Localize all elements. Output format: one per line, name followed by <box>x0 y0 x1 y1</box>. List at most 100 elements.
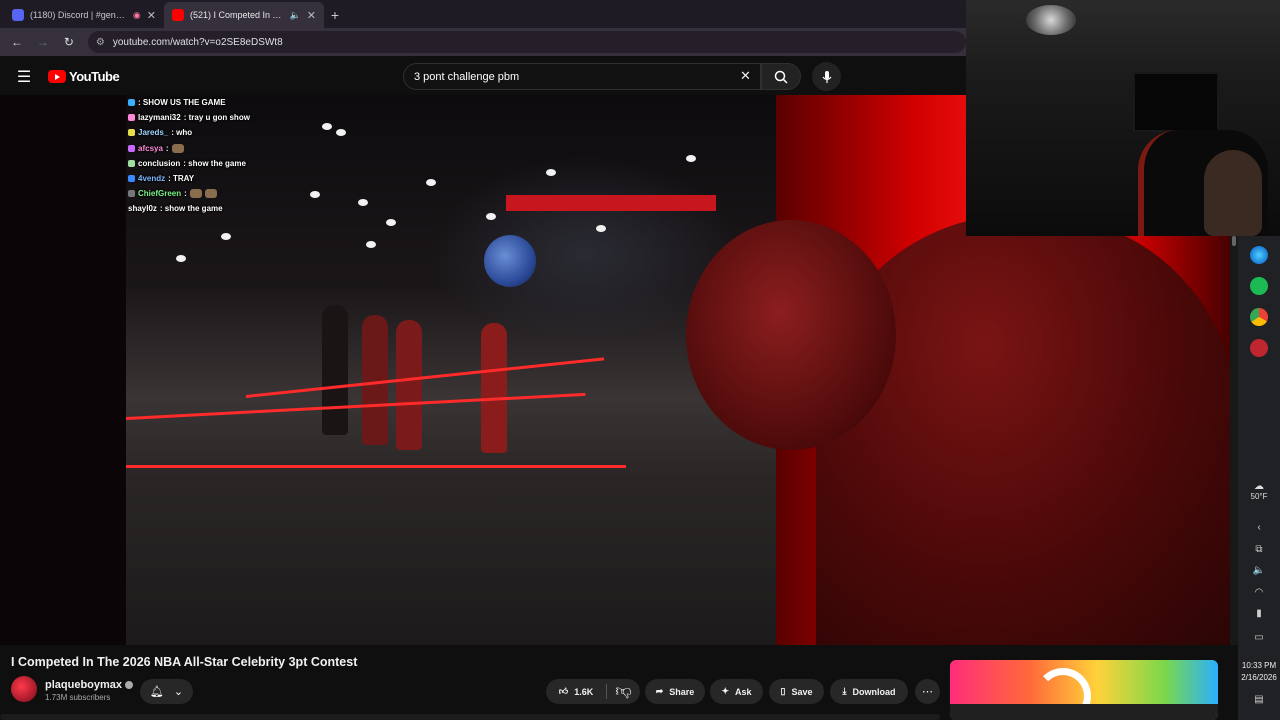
volume-icon[interactable]: 🔈 <box>1238 565 1280 576</box>
network-icon[interactable]: ⧉ <box>1238 544 1280 555</box>
recommended-video-thumbnail[interactable] <box>950 660 1218 720</box>
chat-message: : SHOW US THE GAME <box>128 95 348 110</box>
download-label: Download <box>852 686 896 697</box>
foreground-person-head <box>686 220 896 450</box>
app-icon[interactable] <box>1250 339 1268 357</box>
screen: (1180) Discord | #general | ◉ ✕ (521) I … <box>0 0 1280 720</box>
chat-message: ChiefGreen : <box>128 186 348 201</box>
mic-icon[interactable]: ▮ <box>1238 608 1280 619</box>
edge-icon[interactable] <box>1250 246 1268 264</box>
youtube-header: ☰ YouTube 3 pont challenge pbm ✕ <box>0 58 966 95</box>
ask-button[interactable]: ✦ Ask <box>710 679 763 704</box>
webcam-overlay <box>966 0 1280 236</box>
thumbnail-meta-bar <box>950 704 1218 720</box>
youtube-logo-text: YouTube <box>69 69 120 84</box>
search-icon <box>774 70 788 84</box>
browser-toolbar: ← → ↻ ⚙ youtube.com/watch?v=o2SE8eDSWt8 <box>0 28 966 56</box>
chat-message-text: : <box>184 189 187 199</box>
spotify-icon[interactable] <box>1250 277 1268 295</box>
chat-username: lazymani32 <box>138 113 181 123</box>
chat-message: conclusion : show the game <box>128 156 348 171</box>
video-info-section: I Competed In The 2026 NBA All-Star Cele… <box>0 645 1238 720</box>
ceiling-light <box>1026 5 1076 35</box>
keyboard-icon[interactable]: ▭ <box>1238 632 1280 643</box>
chat-message: shayl0z : show the game <box>128 201 348 216</box>
windows-taskbar: ☁ 50°F ‹ ⧉ 🔈 ◠ ▮ ▭ 10:33 PM 2/16/2026 ▤ <box>1238 236 1280 720</box>
chat-emote-icon <box>189 189 202 199</box>
chat-username: ChiefGreen <box>138 189 182 199</box>
channel-avatar[interactable] <box>11 676 37 702</box>
weather-icon: ☁ <box>1254 481 1264 492</box>
scrollbar-thumb[interactable] <box>1232 236 1236 246</box>
thumbs-down-icon: 👎︎ <box>615 683 632 700</box>
verified-icon <box>125 681 134 690</box>
chat-message: Jareds_ : who <box>128 125 348 140</box>
share-label: Share <box>669 686 695 697</box>
more-horizontal-icon: ⋯ <box>922 686 933 698</box>
system-clock[interactable]: 10:33 PM 2/16/2026 <box>1238 660 1280 684</box>
share-icon: ➦ <box>655 686 664 696</box>
chat-message: afcsya : <box>128 141 348 156</box>
close-tab-icon[interactable]: ✕ <box>307 9 316 22</box>
like-button[interactable]: 👍︎ 1.6K <box>546 686 606 697</box>
like-dislike-group: 👍︎ 1.6K 👎︎ <box>546 679 640 704</box>
site-info-icon[interactable]: ⚙ <box>96 37 105 48</box>
save-button[interactable]: ▯ Save <box>769 679 824 704</box>
chat-username: Jareds_ <box>138 128 169 138</box>
menu-icon[interactable]: ☰ <box>0 58 48 95</box>
like-count: 1.6K <box>574 686 594 697</box>
chrome-icon[interactable] <box>1250 308 1268 326</box>
chat-emote-icon <box>171 143 184 153</box>
wifi-icon[interactable]: ◠ <box>1238 587 1280 598</box>
chevron-down-icon: ⌄ <box>173 686 184 698</box>
chevron-up-icon[interactable]: ‹ <box>1238 522 1280 533</box>
chat-username: shayl0z <box>128 204 157 214</box>
chat-message-text: : <box>165 143 169 153</box>
audio-playing-icon[interactable]: 🔈 <box>290 10 301 21</box>
reload-icon[interactable]: ↻ <box>58 31 80 53</box>
dislike-button[interactable]: 👎︎ <box>607 682 640 701</box>
background-person <box>481 323 507 453</box>
youtube-play-icon <box>48 70 66 83</box>
new-tab-button[interactable]: + <box>324 2 346 28</box>
more-actions-button[interactable]: ⋯ <box>915 679 940 704</box>
subscriber-count: 1.73M subscribers <box>45 693 111 702</box>
chat-badge-icon <box>128 159 135 167</box>
search-button[interactable] <box>761 63 801 90</box>
youtube-logo[interactable]: YouTube <box>48 69 120 84</box>
address-bar[interactable]: ⚙ youtube.com/watch?v=o2SE8eDSWt8 <box>87 31 966 53</box>
channel-name[interactable]: plaqueboymax <box>45 679 134 691</box>
search-input[interactable]: 3 pont challenge pbm <box>403 63 761 90</box>
chat-badge-icon <box>128 129 135 137</box>
browser-tab-bar: (1180) Discord | #general | ◉ ✕ (521) I … <box>0 0 966 28</box>
tab-discord[interactable]: (1180) Discord | #general | ◉ ✕ <box>4 2 164 28</box>
tab-youtube[interactable]: (521) I Competed In The 20 🔈 ✕ <box>164 2 324 28</box>
chat-message: lazymani32 : tray u gon show <box>128 110 348 125</box>
clear-search-icon[interactable]: ✕ <box>740 68 751 84</box>
chat-badge-icon <box>128 114 135 122</box>
chat-message-text: : TRAY <box>168 174 195 184</box>
url-text: youtube.com/watch?v=o2SE8eDSWt8 <box>112 36 283 48</box>
chat-username: conclusion <box>138 158 181 168</box>
voice-search-button[interactable] <box>812 62 841 91</box>
background-person <box>396 320 422 450</box>
weather-temp: 50°F <box>1250 492 1268 501</box>
forward-arrow-icon[interactable]: → <box>32 31 54 53</box>
clock-date: 2/16/2026 <box>1241 673 1277 682</box>
notification-icon[interactable]: ▤ <box>1238 694 1280 705</box>
close-tab-icon[interactable]: ✕ <box>147 9 156 22</box>
chat-message-text: : who <box>171 128 193 138</box>
tab-title: (1180) Discord | #general | <box>30 10 127 20</box>
chat-message-text: : SHOW US THE GAME <box>138 98 226 108</box>
notification-bell-button[interactable]: 🔔︎ ⌄ <box>140 679 193 704</box>
weather-widget[interactable]: ☁ 50°F <box>1238 481 1280 501</box>
court-line <box>126 465 626 468</box>
back-arrow-icon[interactable]: ← <box>6 31 28 53</box>
share-button[interactable]: ➦ Share <box>645 679 705 704</box>
stream-chat-overlay: : SHOW US THE GAME lazymani32 : tray u g… <box>128 95 348 217</box>
bookmark-icon: ▯ <box>780 686 786 696</box>
sparkle-icon: ✦ <box>721 686 730 696</box>
background-person <box>322 305 348 435</box>
download-button[interactable]: ⤓ Download <box>830 679 908 704</box>
ask-label: Ask <box>735 686 752 697</box>
